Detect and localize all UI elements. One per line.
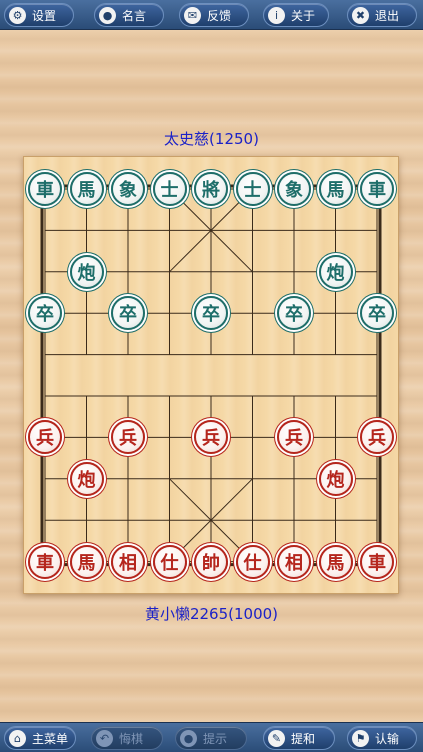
close-icon: ✖	[352, 6, 369, 24]
red-piece[interactable]: 相	[111, 544, 145, 579]
red-piece[interactable]: 炮	[69, 461, 104, 496]
xiangqi-board[interactable]: 車馬象士將士象馬車炮炮卒卒卒卒卒兵兵兵兵兵炮炮車馬相仕帥仕相馬車	[23, 156, 399, 594]
piece-char: 卒	[285, 304, 303, 326]
black-piece[interactable]: 炮	[69, 254, 104, 289]
black-piece[interactable]: 卒	[111, 296, 145, 331]
info-icon: i	[268, 6, 285, 24]
offer-draw-label: 提和	[291, 731, 316, 746]
piece-char: 車	[368, 180, 386, 201]
settings-label: 设置	[32, 8, 57, 23]
black-piece[interactable]: 馬	[69, 172, 104, 206]
quotes-button[interactable]: ● 名言	[94, 3, 164, 27]
piece-char: 卒	[368, 304, 386, 326]
piece-char: 馬	[77, 180, 96, 201]
piece-char: 將	[202, 180, 220, 201]
undo-label: 悔棋	[119, 731, 144, 746]
red-piece[interactable]: 馬	[318, 544, 353, 579]
black-piece[interactable]: 車	[28, 172, 62, 206]
black-piece[interactable]: 車	[360, 172, 394, 206]
black-piece[interactable]: 卒	[194, 296, 228, 331]
red-piece[interactable]: 車	[360, 544, 394, 579]
piece-char: 卒	[119, 304, 137, 326]
exit-label: 退出	[375, 8, 400, 23]
piece-char: 兵	[285, 428, 303, 450]
piece-char: 炮	[77, 469, 96, 491]
main-menu-label: 主菜单	[32, 731, 69, 746]
resign-button[interactable]: ⚑ 认输	[347, 726, 417, 750]
offer-draw-button[interactable]: ✎ 提和	[263, 726, 335, 750]
piece-char: 士	[160, 180, 179, 201]
piece-char: 士	[243, 180, 262, 201]
undo-button[interactable]: ↶ 悔棋	[91, 726, 163, 750]
feedback-label: 反馈	[207, 8, 232, 23]
hint-button[interactable]: ● 提示	[175, 726, 247, 750]
player-name: 黄小懒2265(1000)	[144, 605, 279, 623]
top-toolbar: ⚙ 设置 ● 名言 ✉ 反馈 i 关于 ✖ 退出	[0, 0, 423, 30]
red-piece[interactable]: 仕	[152, 544, 187, 579]
black-piece[interactable]: 將	[194, 172, 228, 206]
piece-char: 兵	[119, 428, 137, 450]
piece-char: 仕	[243, 552, 262, 574]
piece-char: 仕	[160, 552, 179, 574]
bottom-toolbar: ⌂ 主菜单 ↶ 悔棋 ● 提示 ✎ 提和 ⚑ 认输	[0, 722, 423, 752]
red-piece[interactable]: 仕	[235, 544, 270, 579]
flag-icon: ⚑	[352, 729, 369, 747]
black-piece[interactable]: 象	[111, 172, 145, 206]
red-piece[interactable]: 炮	[318, 461, 353, 496]
piece-char: 卒	[36, 304, 54, 326]
undo-icon: ↶	[96, 729, 113, 747]
piece-char: 馬	[326, 552, 345, 574]
black-piece[interactable]: 象	[277, 172, 311, 206]
piece-char: 相	[119, 552, 137, 574]
red-piece[interactable]: 馬	[69, 544, 104, 579]
quotes-label: 名言	[122, 8, 147, 23]
piece-char: 卒	[202, 304, 220, 326]
about-label: 关于	[291, 8, 316, 23]
black-piece[interactable]: 卒	[28, 296, 62, 331]
piece-char: 兵	[36, 428, 54, 450]
black-piece[interactable]: 卒	[277, 296, 311, 331]
about-button[interactable]: i 关于	[263, 3, 329, 27]
piece-char: 車	[36, 552, 54, 574]
black-piece[interactable]: 士	[152, 172, 187, 206]
opponent-name: 太史慈(1250)	[164, 130, 259, 148]
settings-button[interactable]: ⚙ 设置	[4, 3, 74, 27]
piece-char: 兵	[202, 428, 220, 450]
black-piece[interactable]: 炮	[318, 254, 353, 289]
piece-char: 象	[285, 180, 303, 201]
feedback-button[interactable]: ✉ 反馈	[179, 3, 249, 27]
pen-icon: ✎	[268, 729, 285, 747]
gear-icon: ⚙	[9, 6, 26, 24]
resign-label: 认输	[375, 731, 400, 746]
piece-char: 帥	[202, 552, 220, 574]
black-piece[interactable]: 卒	[360, 296, 394, 331]
piece-char: 象	[119, 180, 137, 201]
piece-char: 炮	[77, 262, 96, 284]
envelope-icon: ✉	[184, 6, 201, 24]
piece-char: 馬	[77, 552, 96, 574]
home-icon: ⌂	[9, 729, 26, 747]
piece-char: 車	[36, 180, 54, 201]
chat-bubble-icon: ●	[99, 6, 116, 24]
piece-char: 炮	[326, 262, 345, 284]
piece-char: 車	[368, 552, 386, 574]
hint-label: 提示	[203, 731, 228, 746]
red-piece[interactable]: 相	[277, 544, 311, 579]
bell-icon: ●	[180, 729, 197, 747]
main-menu-button[interactable]: ⌂ 主菜单	[4, 726, 76, 750]
black-piece[interactable]: 馬	[318, 172, 353, 206]
piece-char: 兵	[368, 428, 386, 450]
piece-char: 炮	[326, 469, 345, 491]
piece-char: 相	[285, 552, 303, 574]
exit-button[interactable]: ✖ 退出	[347, 3, 417, 27]
board-grid	[40, 184, 382, 567]
black-piece[interactable]: 士	[235, 172, 270, 206]
piece-char: 馬	[326, 180, 345, 201]
red-piece[interactable]: 帥	[194, 544, 228, 579]
red-piece[interactable]: 車	[28, 544, 62, 579]
